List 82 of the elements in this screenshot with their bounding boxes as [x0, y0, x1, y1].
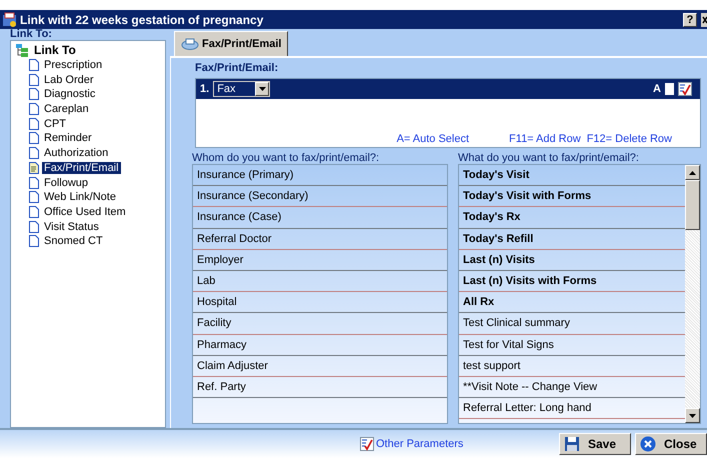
document-icon: [29, 88, 39, 100]
document-icon: [29, 206, 39, 218]
list-item[interactable]: Ref. Party: [193, 376, 447, 398]
list-item[interactable]: Referral Letter: Long hand: [459, 398, 685, 420]
list-item[interactable]: test support: [459, 356, 685, 377]
scrollbar[interactable]: [685, 165, 700, 423]
tree-item[interactable]: CPT: [42, 118, 68, 130]
list-item[interactable]: Test Clinical summary: [459, 313, 685, 334]
tree-item[interactable]: Web Link/Note: [42, 191, 118, 204]
document-icon: [29, 191, 39, 204]
list-item[interactable]: Employer: [193, 250, 447, 271]
section-title: Whom do you want to fax/print/email?:: [192, 152, 380, 164]
list-item[interactable]: Last (n) Visits with Forms: [459, 270, 685, 292]
row-number: 1.: [200, 83, 210, 95]
method-dropdown[interactable]: Fax: [213, 81, 270, 97]
fax-machine-icon: [181, 38, 199, 50]
document-icon: [29, 59, 39, 72]
checklist-icon: [360, 437, 374, 451]
tree-item[interactable]: Prescription: [42, 59, 104, 72]
hint-text: F12= Delete Row: [586, 133, 672, 145]
section-title: What do you want to fax/print/email?:: [458, 152, 640, 164]
list-item[interactable]: **Visit Note -- Change View: [459, 376, 685, 398]
list-item[interactable]: Insurance (Secondary): [193, 186, 447, 208]
tree-item[interactable]: Reminder: [42, 132, 94, 144]
hint-text: A= Auto Select: [396, 133, 470, 145]
document-icon: [29, 176, 39, 189]
note-document-icon: [29, 162, 39, 174]
list-item[interactable]: Lab: [193, 270, 447, 292]
list-item[interactable]: Hospital: [193, 292, 447, 314]
scroll-up-button[interactable]: [685, 165, 700, 180]
tab[interactable]: Fax/Print/Email: [174, 31, 288, 56]
list-item[interactable]: Facility: [193, 313, 447, 334]
tree-item[interactable]: Visit Status: [42, 220, 101, 233]
list-item[interactable]: Insurance (Primary): [193, 165, 447, 186]
tree-item[interactable]: Followup: [42, 176, 90, 189]
checklist-icon: [678, 82, 692, 96]
document-icon: [29, 118, 39, 130]
document-icon: [29, 220, 39, 233]
app-icon: [2, 12, 18, 28]
list-item[interactable]: Referral Doctor: [193, 228, 447, 250]
help-button[interactable]: ?: [683, 12, 697, 26]
tree-item[interactable]: Careplan: [42, 103, 91, 116]
tree-item[interactable]: Fax/Print/Email: [42, 162, 121, 174]
down-arrow-icon: [689, 414, 696, 418]
tree-item[interactable]: Link To: [32, 43, 78, 58]
tree-item[interactable]: Diagnostic: [42, 88, 98, 100]
list-item[interactable]: Today's Visit: [459, 165, 685, 186]
other-parameters-link[interactable]: Other Parameters: [360, 437, 464, 451]
document-icon: [29, 74, 39, 86]
scroll-down-button[interactable]: [685, 408, 700, 423]
list-item[interactable]: Insurance (Case): [193, 207, 447, 229]
tree-root-icon: [15, 43, 29, 58]
dropdown-button[interactable]: [255, 82, 270, 96]
close-icon: [640, 436, 656, 452]
scroll-thumb[interactable]: [685, 180, 700, 230]
close-icon[interactable]: [701, 12, 707, 26]
document-icon: [29, 103, 39, 116]
auto-checkbox[interactable]: [665, 83, 674, 95]
list-item[interactable]: Test for Vital Signs: [459, 334, 685, 356]
list-item[interactable]: Today's Rx: [459, 207, 685, 229]
list-item[interactable]: Pharmacy: [193, 334, 447, 356]
list-item[interactable]: Today's Visit with Forms: [459, 186, 685, 208]
list-item[interactable]: Today's Refill: [459, 228, 685, 250]
list-item[interactable]: Claim Adjuster: [193, 356, 447, 377]
list-item[interactable]: Last (n) Visits: [459, 250, 685, 271]
document-icon: [29, 132, 39, 144]
caret-icon: [258, 87, 266, 91]
tree-item[interactable]: Snomed CT: [42, 235, 105, 248]
document-icon: [29, 147, 39, 160]
tree-item[interactable]: Lab Order: [42, 74, 96, 86]
close-button[interactable]: Close: [635, 433, 707, 455]
save-button[interactable]: Save: [559, 433, 631, 455]
auto-label: A: [653, 83, 661, 95]
window-title: Link with 22 weeks gestation of pregnancy: [20, 12, 264, 26]
section-title: Fax/Print/Email:: [195, 62, 280, 74]
hint-text: F11= Add Row: [509, 133, 581, 145]
tree-item[interactable]: Authorization: [42, 147, 110, 160]
document-icon: [29, 235, 39, 248]
sidebar-label: Link To:: [10, 29, 53, 40]
list-item[interactable]: All Rx: [459, 292, 685, 314]
tree-item[interactable]: Office Used Item: [42, 206, 128, 218]
up-arrow-icon: [689, 170, 696, 174]
